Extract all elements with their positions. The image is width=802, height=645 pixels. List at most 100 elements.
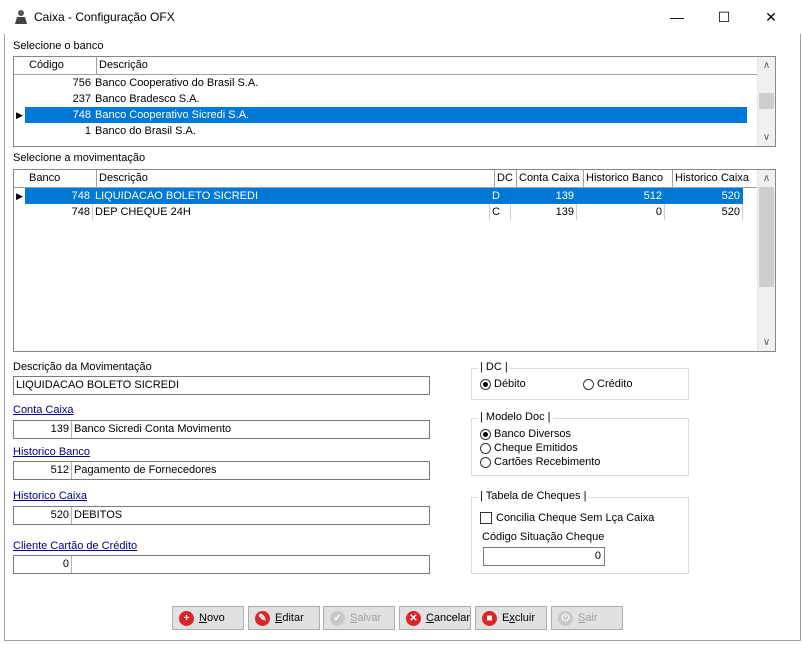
column-header-historico-banco[interactable]: Historico Banco (584, 170, 673, 187)
close-icon: ✕ (765, 8, 777, 25)
title-bar: Caixa - Configuração OFX — ☐ ✕ (0, 0, 802, 34)
cell-dc[interactable]: C (490, 204, 511, 220)
tabela-cheques-title: | Tabela de Cheques | (478, 490, 589, 502)
radio-debito-label: Débito (494, 378, 526, 390)
conta-caixa-field[interactable]: 139 Banco Sicredi Conta Movimento (13, 420, 430, 439)
minimize-button[interactable]: — (654, 0, 700, 34)
cliente-cartao-code[interactable]: 0 (14, 556, 72, 573)
historico-caixa-desc: DEBITOS (74, 509, 123, 521)
cell-descricao[interactable]: Banco do Brasil S.A. (93, 123, 747, 139)
close-button[interactable]: ✕ (748, 0, 794, 34)
cell-descricao[interactable]: Banco Cooperativo do Brasil S.A. (93, 75, 747, 91)
scroll-down-icon[interactable]: ∨ (758, 334, 775, 351)
historico-banco-desc: Pagamento de Fornecedores (74, 464, 217, 476)
table-row[interactable]: 756 Banco Cooperativo do Brasil S.A. (14, 75, 775, 91)
app-icon (15, 10, 27, 24)
historico-banco-field[interactable]: 512 Pagamento de Fornecedores (13, 461, 430, 480)
bank-grid[interactable]: Código Descrição 756 Banco Cooperativo do… (13, 56, 776, 147)
table-row[interactable]: ▶ 748 Banco Cooperativo Sicredi S.A. (14, 107, 775, 123)
column-header-historico-caixa[interactable]: Historico Caixa (673, 170, 751, 187)
pencil-icon: ✎ (255, 610, 270, 626)
cell-historico-banco[interactable]: 0 (577, 204, 665, 220)
row-indicator (14, 75, 25, 91)
cliente-cartao-link[interactable]: Cliente Cartão de Crédito (13, 540, 137, 552)
excluir-button[interactable]: ■ Excluir (475, 606, 547, 630)
concilia-cheque-label: Concilia Cheque Sem Lça Caixa (496, 512, 655, 524)
cell-banco[interactable]: 748 (25, 188, 93, 204)
column-header-dc[interactable]: DC (495, 170, 517, 187)
concilia-cheque-checkbox[interactable]: Concilia Cheque Sem Lça Caixa (480, 512, 654, 524)
movement-grid[interactable]: Banco Descrição DC Conta Caixa Historico… (13, 169, 776, 352)
cell-codigo[interactable]: 237 (25, 91, 93, 107)
column-header-conta-caixa[interactable]: Conta Caixa (517, 170, 584, 187)
column-header-descricao[interactable]: Descrição (97, 57, 749, 74)
row-indicator-icon: ▶ (14, 188, 25, 204)
movement-rows: ▶ 748 LIQUIDACAO BOLETO SICREDI D 139 512 520 7… (14, 188, 775, 220)
table-row[interactable]: ▶ 748 LIQUIDACAO BOLETO SICREDI D 139 512 520 (14, 188, 775, 204)
cliente-cartao-field[interactable]: 0 (13, 555, 430, 574)
historico-caixa-field[interactable]: 520 DEBITOS (13, 506, 430, 525)
cell-descricao[interactable]: Banco Bradesco S.A. (93, 91, 747, 107)
plus-icon: + (179, 610, 194, 626)
column-header-banco[interactable]: Banco (27, 170, 97, 187)
cell-codigo[interactable]: 756 (25, 75, 93, 91)
radio-banco-diversos-label: Banco Diversos (494, 428, 572, 440)
bank-grid-header: Código Descrição (14, 57, 775, 75)
historico-caixa-code[interactable]: 520 (14, 507, 72, 524)
cell-descricao[interactable]: DEP CHEQUE 24H (93, 204, 490, 220)
cell-historico-caixa[interactable]: 520 (665, 204, 743, 220)
scroll-up-icon[interactable]: ∧ (758, 57, 775, 74)
cell-conta-caixa[interactable]: 139 (511, 204, 577, 220)
salvar-button[interactable]: ✓ Salvar (323, 606, 395, 630)
maximize-icon: ☐ (717, 8, 731, 25)
cell-codigo[interactable]: 748 (25, 107, 93, 123)
cell-descricao[interactable]: LIQUIDACAO BOLETO SICREDI (93, 188, 490, 204)
radio-banco-diversos[interactable]: Banco Diversos (480, 428, 571, 440)
radio-cartoes-recebimento[interactable]: Cartões Recebimento (480, 456, 600, 468)
scroll-thumb[interactable] (759, 93, 774, 109)
movement-scrollbar[interactable]: ∧ ∨ (757, 170, 775, 351)
cell-historico-banco[interactable]: 512 (577, 188, 665, 204)
scroll-thumb[interactable] (759, 187, 774, 287)
column-header-descricao[interactable]: Descrição (97, 170, 495, 187)
radio-icon[interactable] (583, 378, 594, 390)
radio-debito[interactable]: Débito (480, 378, 526, 390)
scroll-up-icon[interactable]: ∧ (758, 170, 775, 187)
cell-historico-caixa[interactable]: 520 (665, 188, 743, 204)
maximize-button[interactable]: ☐ (701, 0, 747, 34)
historico-banco-link[interactable]: Historico Banco (13, 446, 90, 458)
cell-codigo[interactable]: 1 (25, 123, 93, 139)
table-row[interactable]: 748 DEP CHEQUE 24H C 139 0 520 (14, 204, 775, 220)
cancelar-button[interactable]: ✕ Cancelar (399, 606, 471, 630)
column-header-codigo[interactable]: Código (27, 57, 97, 74)
checkbox-icon[interactable] (480, 512, 492, 524)
radio-icon[interactable] (480, 442, 491, 454)
descricao-input[interactable]: LIQUIDACAO BOLETO SICREDI (13, 376, 430, 395)
historico-caixa-link[interactable]: Historico Caixa (13, 490, 87, 502)
cell-descricao[interactable]: Banco Cooperativo Sicredi S.A. (93, 107, 747, 123)
descricao-label: Descrição da Movimentação (13, 361, 152, 373)
editar-button[interactable]: ✎ Editar (248, 606, 320, 630)
radio-icon[interactable] (480, 378, 491, 390)
bank-rows: 756 Banco Cooperativo do Brasil S.A. 237 Ba… (14, 75, 775, 139)
radio-credito[interactable]: Crédito (583, 378, 632, 390)
radio-icon[interactable] (480, 456, 491, 468)
codigo-situacao-input[interactable]: 0 (483, 547, 605, 566)
historico-banco-code[interactable]: 512 (14, 462, 72, 479)
cell-conta-caixa[interactable]: 139 (511, 188, 577, 204)
minimize-icon: — (670, 9, 684, 25)
conta-caixa-code[interactable]: 139 (14, 421, 72, 438)
novo-button[interactable]: + Novo (172, 606, 244, 630)
radio-cheque-emitidos[interactable]: Cheque Emitidos (480, 442, 578, 454)
table-row[interactable]: 1 Banco do Brasil S.A. (14, 123, 775, 139)
dc-group-title: | DC | (478, 361, 510, 373)
cliente-cartao-desc (72, 556, 74, 573)
conta-caixa-link[interactable]: Conta Caixa (13, 404, 74, 416)
radio-icon[interactable] (480, 428, 491, 440)
scroll-down-icon[interactable]: ∨ (758, 129, 775, 146)
cell-dc[interactable]: D (490, 188, 511, 204)
cell-banco[interactable]: 748 (25, 204, 93, 220)
table-row[interactable]: 237 Banco Bradesco S.A. (14, 91, 775, 107)
sair-button[interactable]: ⏻ Sair (551, 606, 623, 630)
bank-scrollbar[interactable]: ∧ ∨ (757, 57, 775, 146)
